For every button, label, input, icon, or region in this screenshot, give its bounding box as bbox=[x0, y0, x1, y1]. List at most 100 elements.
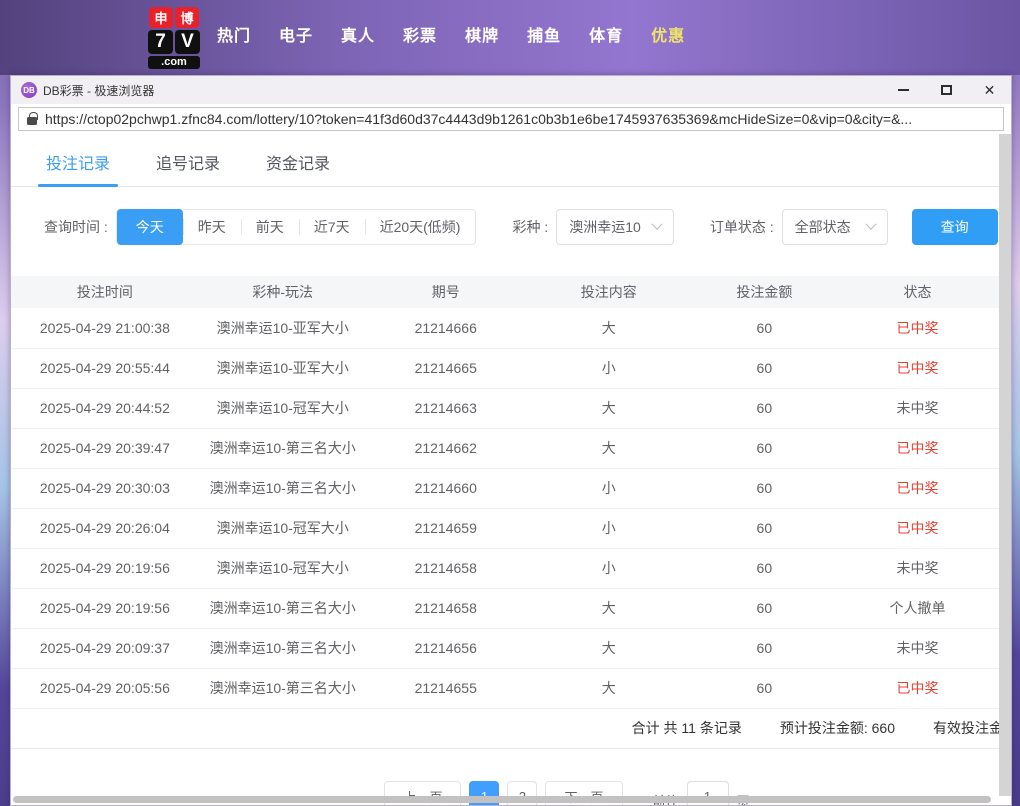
col-content: 投注内容 bbox=[525, 276, 693, 308]
expected-amount-text: 预计投注金额: 660 bbox=[780, 718, 895, 738]
cell-issue: 21214658 bbox=[367, 588, 525, 628]
tab-fund-records[interactable]: 资金记录 bbox=[266, 150, 330, 186]
site-logo[interactable]: 申 博 7 V .com bbox=[146, 7, 202, 69]
table-row[interactable]: 2025-04-29 20:19:56澳洲幸运10-冠军大小21214658小6… bbox=[11, 548, 999, 588]
cell-issue: 21214666 bbox=[367, 308, 525, 348]
close-icon[interactable] bbox=[968, 76, 1011, 104]
cell-time: 2025-04-29 21:00:38 bbox=[11, 308, 199, 348]
minimize-icon[interactable] bbox=[882, 76, 925, 104]
table-row[interactable]: 2025-04-29 20:09:37澳洲幸运10-第三名大小21214656大… bbox=[11, 628, 999, 668]
main-nav: 热门 电子 真人 彩票 棋牌 捕鱼 体育 优惠 bbox=[217, 22, 685, 46]
status-filter-label: 订单状态 : bbox=[710, 217, 774, 237]
time-option-last-7-days[interactable]: 近7天 bbox=[299, 210, 365, 244]
cell-issue: 21214656 bbox=[367, 628, 525, 668]
url-text: https://ctop02pchwp1.zfnc84.com/lottery/… bbox=[45, 111, 912, 127]
page-content: 投注记录 追号记录 资金记录 查询时间 : 今天 昨天 前天 近7天 近20天(… bbox=[11, 134, 1011, 805]
nav-item-hot[interactable]: 热门 bbox=[217, 22, 251, 46]
nav-item-fishing[interactable]: 捕鱼 bbox=[527, 22, 561, 46]
table-row[interactable]: 2025-04-29 20:05:56澳洲幸运10-第三名大小21214655大… bbox=[11, 668, 999, 708]
cell-amount: 60 bbox=[693, 308, 836, 348]
status-badge: 未中奖 bbox=[836, 388, 999, 428]
cell-amount: 60 bbox=[693, 388, 836, 428]
nav-item-lottery[interactable]: 彩票 bbox=[403, 22, 437, 46]
cell-content: 大 bbox=[525, 308, 693, 348]
time-filter-group: 今天 昨天 前天 近7天 近20天(低频) bbox=[116, 209, 477, 245]
valid-amount-text: 有效投注金额 bbox=[933, 718, 999, 738]
status-badge: 已中奖 bbox=[836, 508, 999, 548]
cell-content: 大 bbox=[525, 588, 693, 628]
status-badge: 未中奖 bbox=[836, 548, 999, 588]
cell-amount: 60 bbox=[693, 428, 836, 468]
nav-item-live[interactable]: 真人 bbox=[341, 22, 375, 46]
status-badge: 已中奖 bbox=[836, 308, 999, 348]
time-option-last-20-days[interactable]: 近20天(低频) bbox=[365, 210, 476, 244]
time-filter-label: 查询时间 : bbox=[44, 217, 108, 237]
tab-chase-records[interactable]: 追号记录 bbox=[156, 150, 220, 186]
search-button[interactable]: 查询 bbox=[912, 209, 998, 245]
table-row[interactable]: 2025-04-29 20:44:52澳洲幸运10-冠军大小21214663大6… bbox=[11, 388, 999, 428]
bet-records-table: 投注时间 彩种-玩法 期号 投注内容 投注金额 状态 2025-04-29 21… bbox=[11, 276, 999, 709]
table-row[interactable]: 2025-04-29 20:26:04澳洲幸运10-冠军大小21214659小6… bbox=[11, 508, 999, 548]
cell-game: 澳洲幸运10-第三名大小 bbox=[199, 428, 367, 468]
table-row[interactable]: 2025-04-29 20:55:44澳洲幸运10-亚军大小21214665小6… bbox=[11, 348, 999, 388]
table-row[interactable]: 2025-04-29 20:19:56澳洲幸运10-第三名大小21214658大… bbox=[11, 588, 999, 628]
cell-game: 澳洲幸运10-冠军大小 bbox=[199, 508, 367, 548]
time-option-yesterday[interactable]: 昨天 bbox=[183, 210, 241, 244]
table-row[interactable]: 2025-04-29 20:30:03澳洲幸运10-第三名大小21214660小… bbox=[11, 468, 999, 508]
nav-item-slots[interactable]: 电子 bbox=[279, 22, 313, 46]
lottery-select-value: 澳洲幸运10 bbox=[569, 217, 641, 237]
logo-tile: 申 bbox=[149, 7, 173, 28]
site-header: 申 博 7 V .com 热门 电子 真人 彩票 棋牌 捕鱼 体育 优惠 bbox=[0, 0, 1020, 75]
chevron-down-icon bbox=[651, 219, 662, 230]
table-row[interactable]: 2025-04-29 21:00:38澳洲幸运10-亚军大小21214666大6… bbox=[11, 308, 999, 348]
nav-item-sports[interactable]: 体育 bbox=[589, 22, 623, 46]
cell-amount: 60 bbox=[693, 468, 836, 508]
cell-game: 澳洲幸运10-冠军大小 bbox=[199, 388, 367, 428]
cell-amount: 60 bbox=[693, 508, 836, 548]
cell-content: 小 bbox=[525, 468, 693, 508]
col-issue: 期号 bbox=[367, 276, 525, 308]
status-badge: 已中奖 bbox=[836, 348, 999, 388]
cell-time: 2025-04-29 20:30:03 bbox=[11, 468, 199, 508]
total-records-text: 合计 共 11 条记录 bbox=[632, 718, 742, 738]
cell-time: 2025-04-29 20:39:47 bbox=[11, 428, 199, 468]
cell-issue: 21214662 bbox=[367, 428, 525, 468]
window-title: DB彩票 - 极速浏览器 bbox=[43, 82, 154, 99]
table-header-row: 投注时间 彩种-玩法 期号 投注内容 投注金额 状态 bbox=[11, 276, 999, 308]
cell-issue: 21214663 bbox=[367, 388, 525, 428]
cell-time: 2025-04-29 20:19:56 bbox=[11, 588, 199, 628]
cell-game: 澳洲幸运10-第三名大小 bbox=[199, 628, 367, 668]
tab-bet-records[interactable]: 投注记录 bbox=[46, 150, 110, 186]
table-row[interactable]: 2025-04-29 20:39:47澳洲幸运10-第三名大小21214662大… bbox=[11, 428, 999, 468]
chevron-down-icon bbox=[865, 219, 876, 230]
nav-item-cards[interactable]: 棋牌 bbox=[465, 22, 499, 46]
time-option-day-before[interactable]: 前天 bbox=[241, 210, 299, 244]
lottery-select[interactable]: 澳洲幸运10 bbox=[556, 209, 674, 245]
window-controls bbox=[882, 76, 1011, 104]
cell-game: 澳洲幸运10-冠军大小 bbox=[199, 548, 367, 588]
cell-amount: 60 bbox=[693, 668, 836, 708]
window-titlebar[interactable]: DB DB彩票 - 极速浏览器 bbox=[11, 76, 1011, 104]
order-status-value: 全部状态 bbox=[795, 217, 851, 237]
col-bet-time: 投注时间 bbox=[11, 276, 199, 308]
address-input[interactable]: https://ctop02pchwp1.zfnc84.com/lottery/… bbox=[18, 107, 1004, 131]
status-badge: 已中奖 bbox=[836, 428, 999, 468]
vertical-scrollbar[interactable] bbox=[999, 134, 1011, 796]
order-status-select[interactable]: 全部状态 bbox=[782, 209, 888, 245]
lottery-filter-label: 彩种 : bbox=[512, 217, 548, 237]
lock-icon bbox=[27, 117, 37, 125]
app-icon: DB bbox=[21, 82, 37, 98]
maximize-icon[interactable] bbox=[925, 76, 968, 104]
cell-game: 澳洲幸运10-亚军大小 bbox=[199, 348, 367, 388]
time-option-today[interactable]: 今天 bbox=[117, 209, 183, 245]
cell-content: 大 bbox=[525, 388, 693, 428]
horizontal-scrollbar[interactable] bbox=[13, 796, 991, 803]
cell-game: 澳洲幸运10-亚军大小 bbox=[199, 308, 367, 348]
col-amount: 投注金额 bbox=[693, 276, 836, 308]
cell-time: 2025-04-29 20:09:37 bbox=[11, 628, 199, 668]
nav-item-promo[interactable]: 优惠 bbox=[651, 22, 685, 46]
filter-bar: 查询时间 : 今天 昨天 前天 近7天 近20天(低频) 彩种 : 澳洲幸运10… bbox=[11, 187, 999, 265]
cell-content: 小 bbox=[525, 348, 693, 388]
logo-tile: V bbox=[175, 30, 200, 54]
cell-issue: 21214659 bbox=[367, 508, 525, 548]
